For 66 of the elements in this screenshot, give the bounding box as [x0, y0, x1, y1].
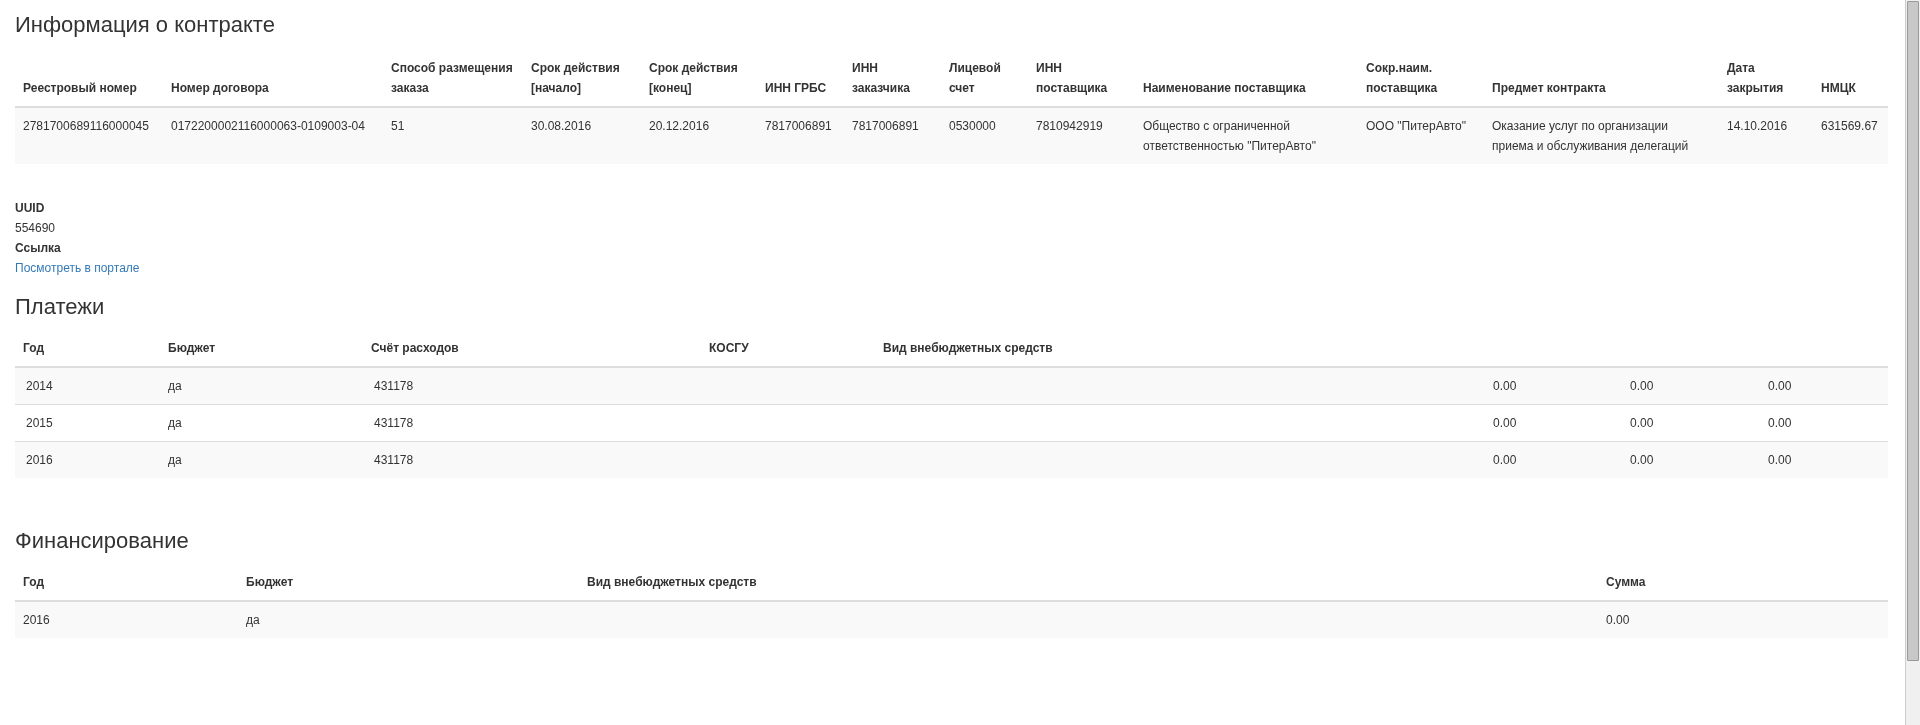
table-cell: 20.12.2016: [649, 119, 710, 133]
column-header: Наименование поставщика: [1143, 81, 1306, 95]
section-heading: Информация о контракте: [15, 12, 275, 38]
column-header: Бюджет: [168, 341, 216, 355]
table-cell: 7817006891: [852, 119, 919, 133]
column-header: ИНН ГРБС: [765, 81, 827, 95]
column-header: Вид внебюджетных средств: [883, 341, 1053, 355]
table-cell: 7810942919: [1036, 119, 1103, 133]
table-cell: 0.00: [1493, 453, 1517, 467]
table-cell: 0.00: [1768, 416, 1792, 430]
table-cell: 2014: [26, 379, 53, 393]
table-cell: 7817006891: [765, 119, 832, 133]
section-heading: Финансирование: [15, 528, 189, 554]
column-header: Дата закрытия: [1727, 61, 1784, 95]
table-cell: да: [168, 416, 182, 430]
table-cell: ООО "ПитерАвто": [1366, 119, 1467, 133]
column-header: НМЦК: [1821, 81, 1856, 95]
column-header: Реестровый номер: [23, 81, 137, 95]
scrollbar-thumb[interactable]: [1907, 1, 1919, 661]
table-cell: Общество с ограниченной ответственностью "ПитерАвто": [1143, 119, 1316, 153]
table-cell: 0172200002116000063-0109003-04: [171, 119, 365, 133]
table-cell: 431178: [374, 453, 414, 467]
table-cell: 0.00: [1630, 379, 1654, 393]
table-cell: Оказание услуг по организации приема и обслуживания делегаций: [1492, 119, 1689, 153]
table-cell: 14.10.2016: [1727, 119, 1788, 133]
table-cell: 2016: [23, 613, 50, 627]
column-header: КОСГУ: [709, 341, 749, 355]
column-header: Бюджет: [246, 575, 294, 589]
table-cell: 30.08.2016: [531, 119, 592, 133]
column-header: Год: [23, 341, 44, 355]
column-header: Сокр.наим. поставщика: [1366, 61, 1438, 95]
column-header: Срок действия [конец]: [649, 61, 738, 95]
table-cell: 631569.67: [1821, 119, 1878, 133]
section-heading: Платежи: [15, 294, 105, 320]
column-header: ИНН поставщика: [1036, 61, 1108, 95]
table-cell: 51: [391, 119, 405, 133]
table-cell: 2016: [26, 453, 53, 467]
table-cell: 0530000: [949, 119, 996, 133]
column-header: Способ размещения заказа: [391, 61, 513, 95]
table-cell: 0.00: [1768, 379, 1792, 393]
column-header: Год: [23, 575, 44, 589]
table-cell: да: [246, 613, 260, 627]
table-cell: 2015: [26, 416, 53, 430]
table-cell: 431178: [374, 416, 414, 430]
column-header: Счёт расходов: [371, 341, 459, 355]
column-header: Предмет контракта: [1492, 81, 1606, 95]
column-header: ИНН заказчика: [852, 61, 910, 95]
table-cell: да: [168, 379, 182, 393]
table-cell: 0.00: [1493, 416, 1517, 430]
table-cell: 0.00: [1606, 613, 1630, 627]
column-header: Лицевой счет: [949, 61, 1001, 95]
column-header: Сумма: [1606, 575, 1646, 589]
table-cell: да: [168, 453, 182, 467]
table-cell: 0.00: [1630, 416, 1654, 430]
column-header: Вид внебюджетных средств: [587, 575, 757, 589]
table-cell: 0.00: [1493, 379, 1517, 393]
table-cell: 2781700689116000045: [23, 119, 149, 133]
portal-link[interactable]: Посмотреть в портале: [15, 258, 140, 278]
field-label: Ссылка: [15, 240, 61, 257]
field-label: UUID: [15, 200, 45, 217]
column-header: Номер договора: [171, 81, 269, 95]
table-cell: 431178: [374, 379, 414, 393]
column-header: Срок действия [начало]: [531, 61, 620, 95]
field-value: 554690: [15, 220, 56, 237]
table-cell: 0.00: [1768, 453, 1792, 467]
table-cell: 0.00: [1630, 453, 1654, 467]
